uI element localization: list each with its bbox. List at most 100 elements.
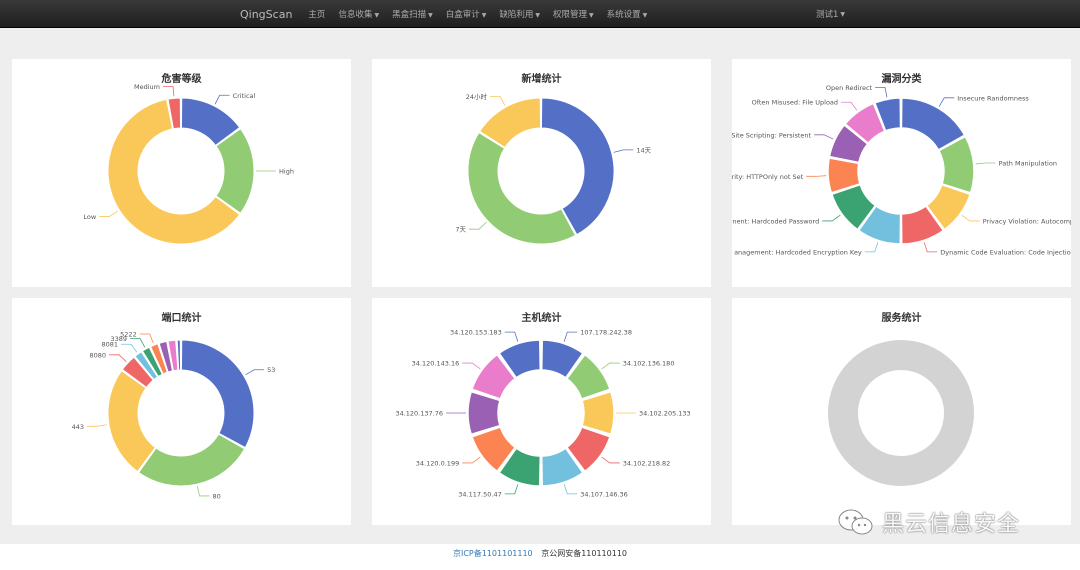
label-leader-line [109, 354, 127, 362]
label-leader-line [613, 149, 634, 153]
slice-label: nent: Hardcoded Password [732, 217, 819, 225]
label-leader-line [975, 162, 996, 165]
slice-label: 24小时 [466, 92, 488, 101]
pie-slice[interactable] [138, 433, 246, 487]
caret-down-icon: ▼ [589, 12, 594, 19]
label-leader-line [196, 486, 210, 497]
slice-label: 107.178.242.38 [580, 329, 632, 337]
slice-label: 34.120.0.199 [416, 459, 459, 467]
label-leader-line [504, 484, 519, 495]
label-leader-line [814, 134, 834, 140]
slice-label: 34.120.137.76 [395, 410, 443, 418]
slice-label: Low [83, 213, 96, 221]
pie-slice[interactable] [467, 390, 501, 436]
caret-down-icon: ▼ [535, 12, 540, 19]
slice-label: 8080 [89, 351, 106, 359]
label-leader-line [864, 242, 879, 253]
label-leader-line [163, 85, 175, 97]
label-leader-line [841, 101, 858, 111]
label-leader-line [504, 331, 519, 342]
card-host-stats: 主机统计 107.178.242.38 34.102.136.180 34.102.… [372, 298, 711, 525]
pie-chart-ports: 53804438080808133895222 [72, 330, 276, 500]
nav-item-blackbox-scan[interactable]: 黑盒扫描 ▼ [392, 8, 433, 20]
card-service-stats: 服务统计 [732, 298, 1071, 525]
nav-item-home[interactable]: 主页 [308, 8, 325, 20]
pie-chart-hosts: 107.178.242.38 34.102.136.180 34.102.205.1… [395, 329, 690, 499]
card-port-stats: 端口统计 53 80 443 8080 8081 3389 5222 [12, 298, 351, 525]
label-leader-line [245, 369, 265, 376]
watermark: 黑云信息安全 [836, 506, 1020, 538]
card-severity-level: 危害等级 Critical High Low Medium [12, 59, 351, 287]
label-leader-line [469, 222, 487, 230]
label-leader-line [875, 87, 888, 98]
slice-label: Insecure Randomness [957, 94, 1029, 102]
label-leader-line [462, 362, 481, 370]
pie-chart-services [828, 340, 974, 486]
card-new-stats: 新增统计 14天 7天 24小时 [372, 59, 711, 287]
label-leader-line [462, 456, 481, 464]
icp-link[interactable]: 京ICP备1101101110 [453, 549, 533, 558]
pie-chart-vuln-category: Insecure Randomness Path Manipulation Priv… [732, 84, 1071, 256]
slice-label: 80 [213, 492, 221, 500]
nav-item-permissions[interactable]: 权限管理 ▼ [553, 8, 594, 20]
slice-label: 7天 [455, 226, 466, 234]
slice-label: Dynamic Code Evaluation: Code Injection [940, 248, 1071, 256]
label-leader-line [961, 214, 980, 222]
pie-slice[interactable] [467, 132, 577, 245]
slice-label: 34.102.136.180 [623, 360, 675, 368]
nav-item-exploit[interactable]: 缺陷利用 ▼ [499, 8, 540, 20]
caret-down-icon: ▼ [840, 10, 846, 18]
slice-label: 5222 [120, 330, 137, 338]
label-leader-line [938, 97, 955, 107]
label-leader-line [822, 214, 841, 222]
footer: 京ICP备1101101110 京公网安备110110110 [0, 544, 1080, 570]
slice-label: 443 [72, 423, 84, 431]
label-leader-line [923, 242, 938, 253]
caret-down-icon: ▼ [428, 12, 433, 19]
pie-chart-severity: Critical High Low Medium [83, 83, 294, 245]
psb-text: 京公网安备110110110 [541, 549, 628, 558]
brand-link[interactable]: QingScan [240, 8, 292, 21]
pie-slice[interactable] [180, 339, 255, 449]
nav-item-whitebox-audit[interactable]: 白盒审计 ▼ [446, 8, 487, 20]
wechat-icon [838, 509, 873, 535]
card-vuln-category: 漏洞分类 Insecure Randomness Path Manipulatio… [732, 59, 1071, 287]
slice-label: Open Redirect [826, 84, 873, 92]
label-leader-line [601, 362, 620, 370]
label-leader-line [806, 175, 827, 177]
slice-label: 34.120.143.16 [412, 360, 460, 368]
slice-label: Medium [134, 83, 160, 91]
empty-ring [828, 340, 974, 486]
slice-label: Critical [233, 92, 256, 100]
top-navbar: QingScan 主页 信息收集 ▼ 黑盒扫描 ▼ 白盒审计 ▼ 缺陷利用 ▼ 权限管理… [0, 0, 1080, 28]
pie-slice[interactable] [215, 128, 255, 214]
pie-slice[interactable] [581, 390, 615, 436]
label-leader-line [563, 331, 578, 342]
caret-down-icon: ▼ [374, 12, 380, 19]
slice-label: 53 [267, 366, 275, 374]
slice-label: Path Manipulation [999, 160, 1057, 168]
user-menu[interactable]: 测试1 ▼ [816, 0, 845, 28]
caret-down-icon: ▼ [481, 12, 487, 19]
label-leader-line [214, 94, 230, 105]
slice-label: 34.120.153.183 [450, 329, 502, 337]
user-name: 测试1 [816, 10, 839, 20]
slice-label: rity: HTTPOnly not Set [732, 173, 804, 181]
slice-label: -Site Scripting: Persistent [732, 131, 812, 139]
label-leader-line [87, 424, 107, 427]
nav-item-info-collection[interactable]: 信息收集 ▼ [338, 8, 379, 20]
label-leader-line [121, 343, 138, 353]
nav-item-settings[interactable]: 系统设置 ▼ [607, 8, 648, 20]
slice-label: 34.102.218.82 [623, 459, 671, 467]
nav-menu: QingScan 主页 信息收集 ▼ 黑盒扫描 ▼ 白盒审计 ▼ 缺陷利用 ▼ 权限管理… [240, 0, 660, 28]
pie-chart-new: 14天 7天 24小时 [455, 92, 652, 245]
label-leader-line [490, 96, 506, 106]
slice-label: High [279, 168, 294, 176]
label-leader-line [99, 210, 118, 217]
slice-label: 34.107.146.36 [580, 490, 628, 498]
slice-label: 34.117.50.47 [458, 490, 501, 498]
slice-label: 14天 [636, 146, 651, 154]
label-leader-line [601, 456, 620, 464]
watermark-text: 黑云信息安全 [882, 512, 1021, 537]
caret-down-icon: ▼ [642, 12, 648, 19]
